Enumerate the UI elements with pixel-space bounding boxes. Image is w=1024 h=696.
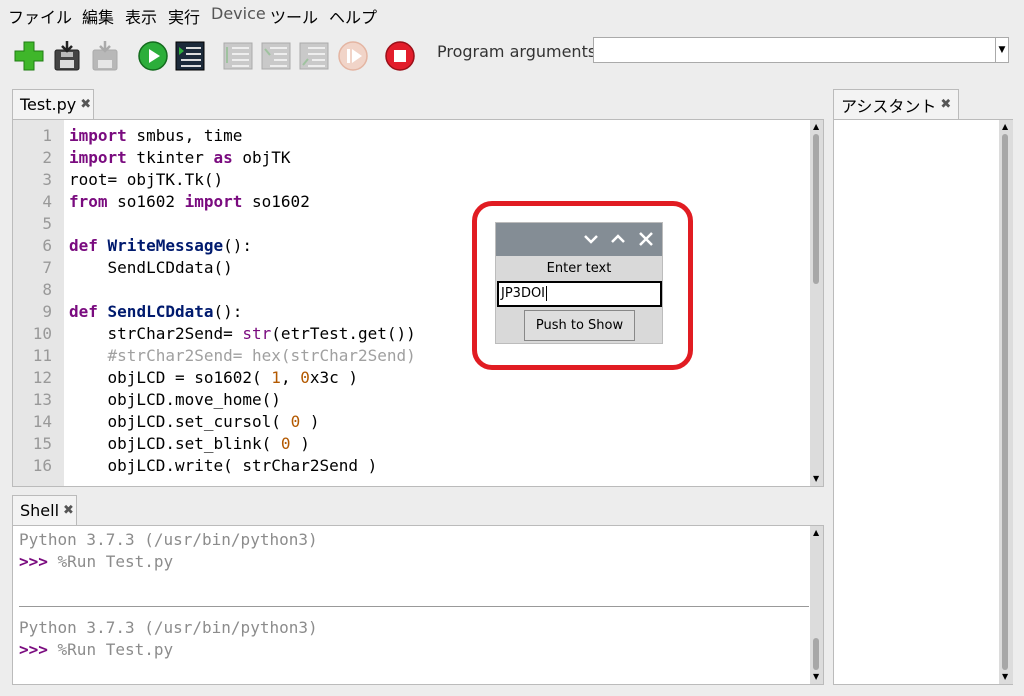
editor-scrollbar[interactable]: ▲ ▼	[810, 120, 823, 486]
code-line: from so1602 import so1602	[69, 192, 310, 211]
assistant-scrollbar[interactable]: ▲ ▼	[999, 120, 1013, 684]
code-line-comment: #strChar2Send= hex(strChar2Send)	[69, 346, 416, 365]
push-to-show-button[interactable]: Push to Show	[524, 310, 635, 341]
debug-icon[interactable]	[173, 38, 207, 74]
close-icon[interactable]: ✖	[940, 97, 951, 112]
line-number: 11	[32, 346, 52, 365]
tab-label: Shell	[20, 501, 60, 520]
shell-version-line: Python 3.7.3 (/usr/bin/python3)	[19, 618, 318, 637]
minimize-icon[interactable]	[582, 230, 600, 252]
shell-separator	[19, 606, 809, 607]
chevron-down-icon: ▼	[998, 45, 1006, 55]
run-icon[interactable]	[136, 38, 170, 74]
line-number: 9	[42, 302, 52, 321]
code-line: def WriteMessage():	[69, 236, 253, 255]
program-arguments-label: Program arguments:	[437, 42, 602, 61]
code-line: root= objTK.Tk()	[69, 170, 224, 189]
scroll-down-icon[interactable]: ▼	[813, 673, 819, 681]
code-line: strChar2Send= str(etrTest.get())	[69, 324, 416, 343]
line-number: 7	[42, 258, 52, 277]
shell-command-line: >>> %Run Test.py	[19, 640, 174, 659]
line-number: 15	[32, 434, 52, 453]
save-icon[interactable]	[50, 38, 84, 74]
menu-help[interactable]: ヘルプ	[329, 4, 377, 28]
line-number: 2	[42, 148, 52, 167]
scroll-down-icon[interactable]: ▼	[1002, 673, 1008, 681]
step-over-icon	[221, 38, 255, 74]
dialog-titlebar[interactable]	[496, 223, 662, 256]
code-line: objLCD.write( strChar2Send )	[69, 456, 378, 475]
menu-edit[interactable]: 編集	[82, 4, 114, 28]
menu-run[interactable]: 実行	[168, 4, 200, 28]
code-line: def SendLCDdata():	[69, 302, 243, 321]
menu-device[interactable]: Device	[211, 4, 266, 23]
menu-view[interactable]: 表示	[125, 4, 157, 28]
line-number: 10	[32, 324, 52, 343]
menu-tools[interactable]: ツール	[270, 4, 318, 28]
scroll-up-icon[interactable]: ▲	[813, 529, 819, 537]
line-number: 8	[42, 280, 52, 299]
code-line: SendLCDdata()	[69, 258, 233, 277]
tab-test-py[interactable]: Test.py ✖	[12, 89, 94, 119]
entry-value: JP3DOI	[501, 286, 546, 301]
scroll-up-icon[interactable]: ▲	[813, 123, 819, 131]
code-line: objLCD = so1602( 1, 0x3c )	[69, 368, 359, 387]
code-editor[interactable]: 1 2 3 4 5 6 7 8 9 10 11 12 13 14 15 16 i…	[12, 119, 824, 487]
scrollbar-thumb[interactable]	[1002, 134, 1008, 670]
line-number: 14	[32, 412, 52, 431]
tab-shell[interactable]: Shell ✖	[12, 495, 77, 525]
line-number: 13	[32, 390, 52, 409]
line-number: 6	[42, 236, 52, 255]
line-number: 16	[32, 456, 52, 475]
tab-assistant[interactable]: アシスタント ✖	[833, 89, 959, 119]
line-number-gutter: 1 2 3 4 5 6 7 8 9 10 11 12 13 14 15 16	[13, 120, 64, 486]
line-number: 5	[42, 214, 52, 233]
menu-bar: ファイル 編集 表示 実行 Device ツール ヘルプ	[0, 0, 1024, 30]
code-line: import smbus, time	[69, 126, 243, 145]
line-number: 4	[42, 192, 52, 211]
tab-label: Test.py	[20, 95, 77, 114]
line-number: 12	[32, 368, 52, 387]
code-line: import tkinter as objTK	[69, 148, 291, 167]
scroll-up-icon[interactable]: ▲	[1002, 123, 1008, 131]
code-line: objLCD.set_cursol( 0 )	[69, 412, 320, 431]
tk-dialog-window[interactable]: Enter text JP3DOI Push to Show	[495, 222, 663, 344]
tab-label: アシスタント	[841, 96, 937, 116]
new-file-icon[interactable]	[12, 38, 46, 74]
line-number: 1	[42, 126, 52, 145]
menu-file[interactable]: ファイル	[8, 4, 72, 28]
save-disabled-icon	[88, 38, 122, 74]
program-arguments-dropdown[interactable]: ▼	[995, 37, 1009, 63]
close-icon[interactable]	[637, 230, 655, 252]
shell-version-line: Python 3.7.3 (/usr/bin/python3)	[19, 530, 318, 549]
enter-text-label: Enter text	[546, 261, 612, 276]
step-out-icon	[297, 38, 331, 74]
step-into-icon	[259, 38, 293, 74]
close-icon[interactable]: ✖	[63, 503, 74, 518]
shell-command-line: >>> %Run Test.py	[19, 552, 174, 571]
code-line: objLCD.move_home()	[69, 390, 281, 409]
scrollbar-thumb[interactable]	[813, 638, 819, 670]
scrollbar-thumb[interactable]	[813, 134, 819, 284]
assistant-panel: ▲ ▼	[833, 119, 1013, 685]
close-icon[interactable]: ✖	[80, 97, 91, 112]
maximize-icon[interactable]	[609, 230, 627, 252]
line-number: 3	[42, 170, 52, 189]
shell-console[interactable]: Python 3.7.3 (/usr/bin/python3) >>> %Run…	[12, 525, 824, 685]
program-arguments-input[interactable]	[593, 37, 995, 63]
code-line: objLCD.set_blink( 0 )	[69, 434, 310, 453]
resume-icon	[336, 38, 370, 74]
stop-icon[interactable]	[383, 38, 417, 74]
scroll-down-icon[interactable]: ▼	[813, 475, 819, 483]
text-caret	[546, 286, 548, 301]
shell-scrollbar[interactable]: ▲ ▼	[810, 526, 823, 684]
text-entry-field[interactable]: JP3DOI	[497, 281, 662, 307]
